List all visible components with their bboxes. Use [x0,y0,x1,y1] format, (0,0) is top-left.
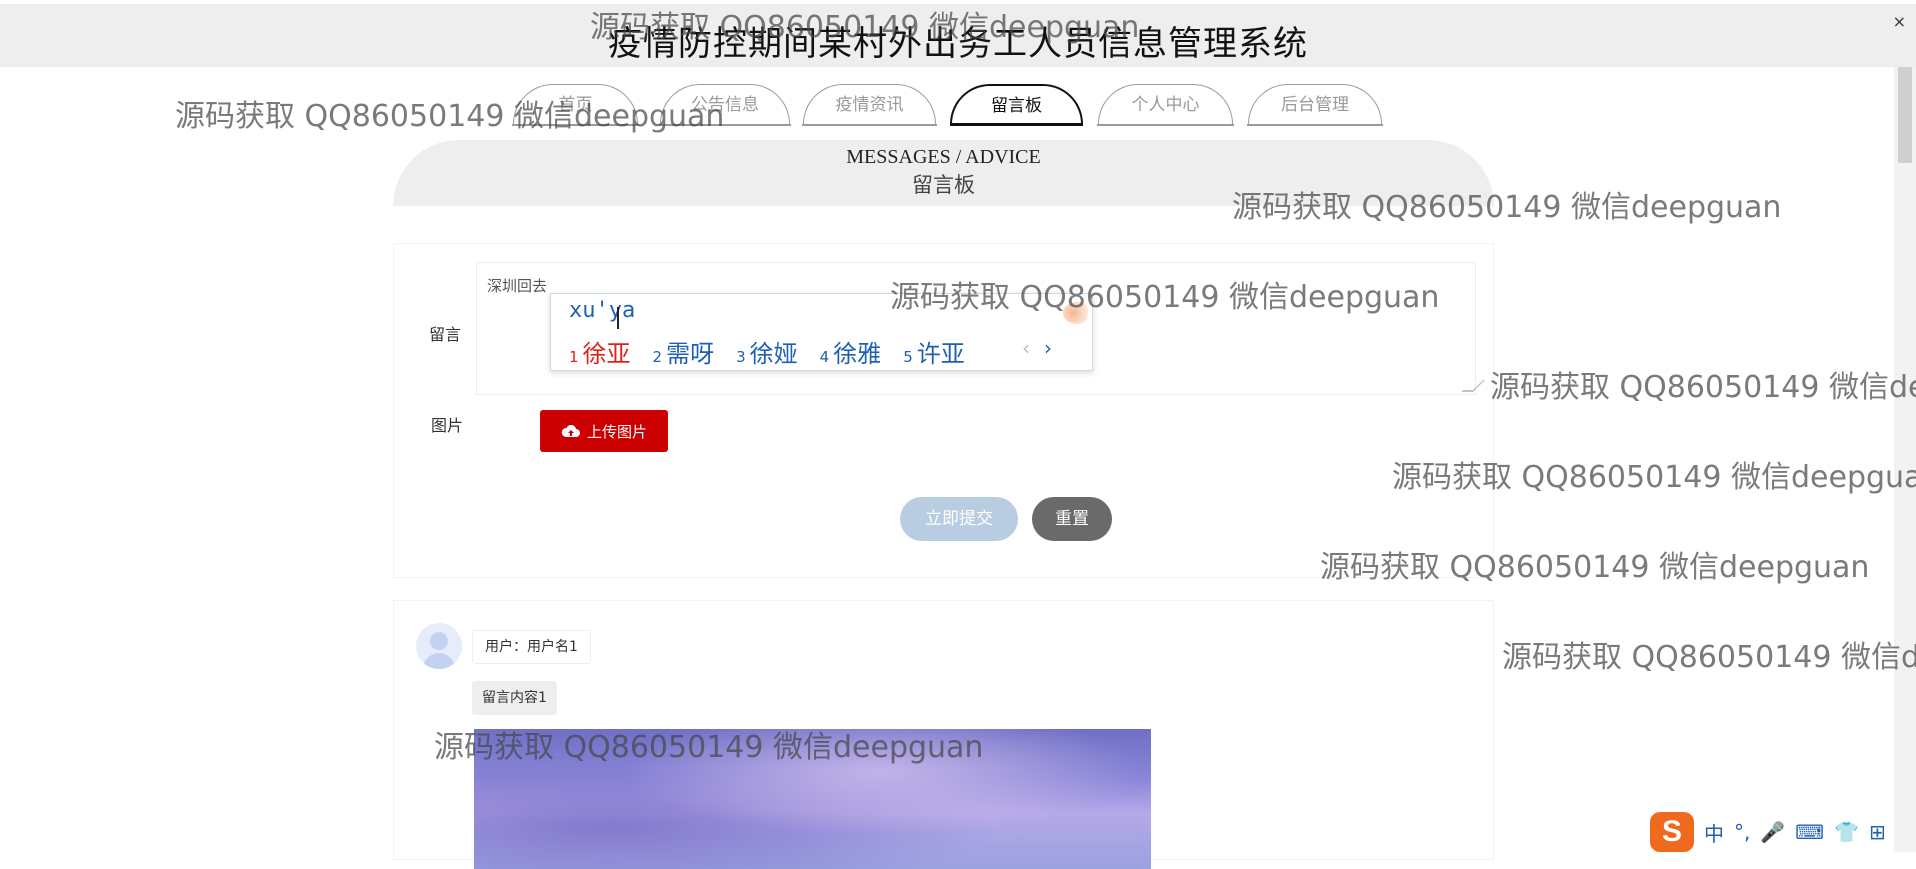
submit-button[interactable]: 立即提交 [900,497,1018,541]
message-user: 用户：用户名1 [472,630,591,664]
ime-candidate-number: 4 [819,348,830,366]
upload-image-button[interactable]: 上传图片 [540,410,668,452]
nav-tab-announcements[interactable]: 公告信息 [659,84,791,126]
ime-candidate-word: 徐亚 [582,340,631,368]
ime-composition: xu'ya [569,298,636,323]
avatar [416,623,462,669]
nav-tab-admin[interactable]: 后台管理 [1247,84,1383,126]
ime-candidate[interactable]: 4 徐雅 [820,334,882,369]
ime-candidate-number: 5 [903,348,913,366]
toolbox-icon[interactable]: ⊞ [1869,820,1886,844]
chinese-mode-icon[interactable]: 中 [1704,818,1724,847]
nav-tab-epidemic-news[interactable]: 疫情资讯 [802,84,937,126]
message-content: 留言内容1 [472,681,557,715]
watermark-text: 源码获取 QQ86050149 微信deepguan [1502,640,1916,675]
ime-candidate[interactable]: 1 徐亚 [569,334,631,369]
ime-candidate-word: 许亚 [916,340,965,368]
chevron-left-icon[interactable]: ‹ [1022,336,1030,360]
user-silhouette-icon [430,632,448,650]
ime-paging: ‹ › [1022,336,1052,360]
close-icon[interactable]: × [1893,12,1906,31]
site-title: 疫情防控期间某村外出务工人员信息管理系统 [608,24,1308,64]
main-nav: 首页 公告信息 疫情资讯 留言板 个人中心 后台管理 [0,84,1916,128]
keyboard-icon[interactable]: ⌨ [1795,820,1824,844]
ime-candidate-word: 徐娅 [749,340,798,368]
ime-toolbar: S 中 °, 🎤 ⌨ 👕 ⊞ [1650,812,1916,852]
ime-candidate-list: 1 徐亚 2 需呀 3 徐娅 4 徐雅 5 许亚 [569,334,965,369]
top-bar: 疫情防控期间某村外出务工人员信息管理系统 × [0,4,1916,67]
message-image [474,729,1151,869]
sogou-logo-icon[interactable]: S [1650,812,1694,852]
resize-handle-icon[interactable] [1461,380,1485,392]
ime-candidate-word: 需呀 [666,340,715,368]
page-scrollbar[interactable] [1894,67,1916,852]
section-title-en: MESSAGES / ADVICE [846,146,1041,168]
scrollbar-thumb[interactable] [1898,67,1912,163]
microphone-icon[interactable]: 🎤 [1760,820,1785,844]
section-title-cn: 留言板 [912,173,975,197]
cloud-upload-icon [561,424,580,437]
ime-candidate-number: 1 [569,348,579,366]
nav-tab-home[interactable]: 首页 [512,84,639,126]
ime-candidate-number: 3 [736,348,746,366]
ime-candidate[interactable]: 2 需呀 [653,334,715,369]
nav-tab-personal-center[interactable]: 个人中心 [1097,84,1234,126]
ime-candidate-word: 徐雅 [833,340,882,368]
ime-candidate-popup: xu'ya 1 徐亚 2 需呀 3 徐娅 4 徐雅 5 许亚 ‹ › [550,293,1093,371]
section-header: MESSAGES / ADVICE 留言板 [393,140,1494,206]
ime-candidate[interactable]: 5 许亚 [903,334,965,369]
message-label: 留言 [429,325,462,344]
skin-icon[interactable]: 👕 [1834,820,1859,844]
ime-brand-icon [1063,302,1091,324]
reset-button[interactable]: 重置 [1032,497,1112,541]
upload-image-label: 上传图片 [586,422,647,441]
ime-candidate-number: 2 [652,348,663,366]
message-text: 深圳回去 [487,277,548,295]
punctuation-icon[interactable]: °, [1734,820,1750,844]
ime-candidate[interactable]: 3 徐娅 [736,334,798,369]
text-cursor-icon [617,307,619,329]
nav-tab-message-board[interactable]: 留言板 [950,84,1083,126]
chevron-right-icon[interactable]: › [1044,336,1052,360]
image-label: 图片 [431,416,464,435]
message-item: 用户：用户名1 留言内容1 [393,600,1494,869]
watermark-text: 源码获取 QQ86050149 微信deepguan [1490,370,1916,405]
